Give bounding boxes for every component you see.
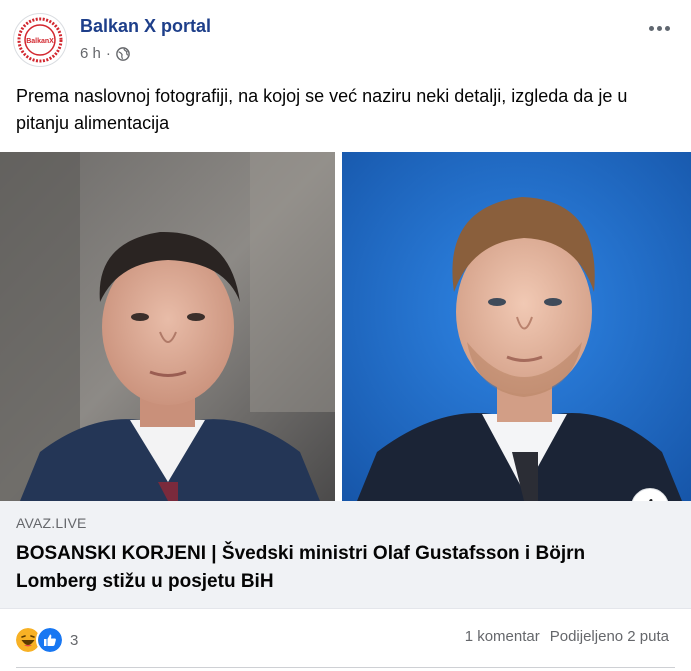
more-dot-icon (656, 25, 662, 31)
photo-left-portrait (0, 152, 335, 501)
facebook-post: BalkanX Balkan X portal 6 h · Prema nasl… (0, 0, 691, 671)
avatar-logo-text: BalkanX (26, 38, 54, 45)
post-meta: 6 h · (80, 45, 130, 62)
reaction-count[interactable]: 3 (70, 632, 78, 649)
globe-icon (116, 46, 130, 61)
more-dot-icon (648, 25, 654, 31)
link-domain: AVAZ.LIVE (16, 515, 87, 531)
more-options-button[interactable] (645, 14, 673, 42)
like-icon (36, 626, 64, 654)
page-name-link[interactable]: Balkan X portal (80, 16, 211, 37)
meta-separator: · (105, 45, 111, 62)
link-preview[interactable]: AVAZ.LIVE BOSANSKI KORJENI | Švedski min… (0, 501, 691, 609)
shares-count-link[interactable]: Podijeljeno 2 puta (550, 628, 669, 645)
footer-divider (16, 667, 675, 668)
more-dot-icon (664, 25, 670, 31)
link-preview-image[interactable] (0, 152, 691, 501)
post-caption: Prema naslovnoj fotografiji, na kojoj se… (16, 86, 628, 133)
balkanx-logo-icon: BalkanX (15, 15, 65, 65)
photo-right-portrait (342, 152, 691, 501)
page-avatar[interactable]: BalkanX (13, 13, 67, 67)
comments-count-link[interactable]: 1 komentar (465, 628, 540, 645)
post-header: BalkanX Balkan X portal 6 h · (0, 0, 691, 76)
link-headline[interactable]: BOSANSKI KORJENI | Švedski ministri Olaf… (16, 540, 656, 596)
reactions-summary[interactable]: 3 (14, 626, 78, 654)
post-time[interactable]: 6 h (80, 45, 101, 62)
post-stats: 1 komentar Podijeljeno 2 puta (465, 628, 669, 645)
post-footer: 3 1 komentar Podijeljeno 2 puta (0, 609, 691, 671)
